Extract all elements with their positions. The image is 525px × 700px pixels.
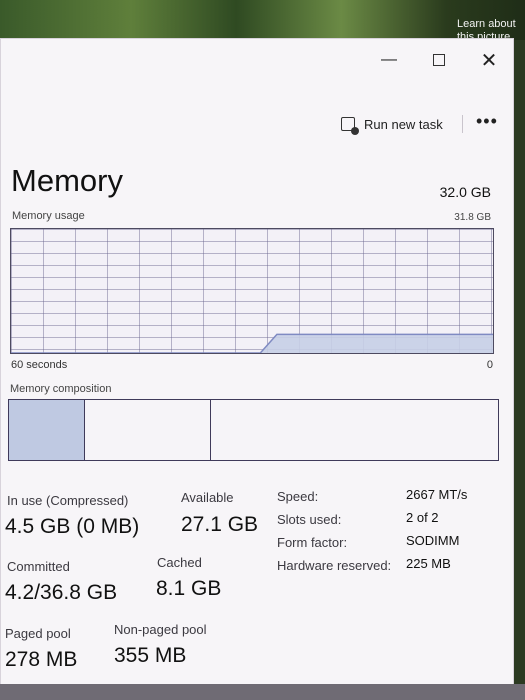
run-new-task-button[interactable]: Run new task <box>341 113 443 135</box>
total-memory: 32.0 GB <box>439 184 491 200</box>
title-bar: — ✕ <box>1 39 513 79</box>
time-axis-left: 60 seconds <box>11 359 68 371</box>
memory-usage-chart <box>10 228 494 354</box>
composition-modified-segment <box>85 400 211 460</box>
run-task-icon <box>341 117 359 135</box>
in-use-label: In use (Compressed) <box>7 493 129 508</box>
slots-used-label: Slots used: <box>277 512 342 527</box>
usage-graph <box>11 333 493 353</box>
paged-pool-label: Paged pool <box>5 626 71 641</box>
memory-usage-label: Memory usage <box>12 210 85 222</box>
close-icon: ✕ <box>480 49 498 72</box>
desktop-wallpaper <box>0 0 525 40</box>
form-factor-label: Form factor: <box>277 535 348 550</box>
task-manager-window: — ✕ Run new task ••• Memory 32.0 GB Memo… <box>0 38 514 688</box>
bottom-strip <box>0 684 525 700</box>
cached-value: 8.1 GB <box>156 577 222 600</box>
hardware-reserved-value: 225 MB <box>406 556 451 571</box>
slots-used-value: 2 of 2 <box>406 510 439 525</box>
more-options-button[interactable]: ••• <box>476 111 498 132</box>
speed-value: 2667 MT/s <box>406 487 468 502</box>
page-title: Memory <box>11 163 123 198</box>
memory-composition-bar <box>8 399 499 461</box>
available-value: 27.1 GB <box>181 513 259 536</box>
time-axis-right: 0 <box>486 359 493 371</box>
cached-label: Cached <box>157 555 202 570</box>
speed-label: Speed: <box>277 489 319 504</box>
in-use-value: 4.5 GB (0 MB) <box>5 515 140 538</box>
minimize-button[interactable]: — <box>369 47 409 73</box>
hardware-reserved-label: Hardware reserved: <box>277 558 392 573</box>
memory-usage-max: 31.8 GB <box>454 212 491 223</box>
run-new-task-label: Run new task <box>364 116 443 132</box>
committed-value: 4.2/36.8 GB <box>5 581 118 604</box>
non-paged-pool-label: Non-paged pool <box>114 622 207 637</box>
form-factor-value: SODIMM <box>406 533 460 548</box>
paged-pool-value: 278 MB <box>5 648 78 671</box>
available-label: Available <box>181 490 234 505</box>
memory-composition-label: Memory composition <box>10 383 112 395</box>
toolbar: Run new task ••• <box>1 105 513 141</box>
committed-label: Committed <box>7 559 70 574</box>
minimize-icon: — <box>381 51 397 68</box>
maximize-button[interactable] <box>419 47 459 73</box>
composition-standby-segment <box>211 400 496 460</box>
composition-in-use-segment <box>9 400 85 460</box>
maximize-icon <box>433 54 445 66</box>
close-button[interactable]: ✕ <box>469 47 509 73</box>
non-paged-pool-value: 355 MB <box>114 644 187 667</box>
toolbar-divider <box>462 115 463 133</box>
usage-area <box>11 334 493 353</box>
